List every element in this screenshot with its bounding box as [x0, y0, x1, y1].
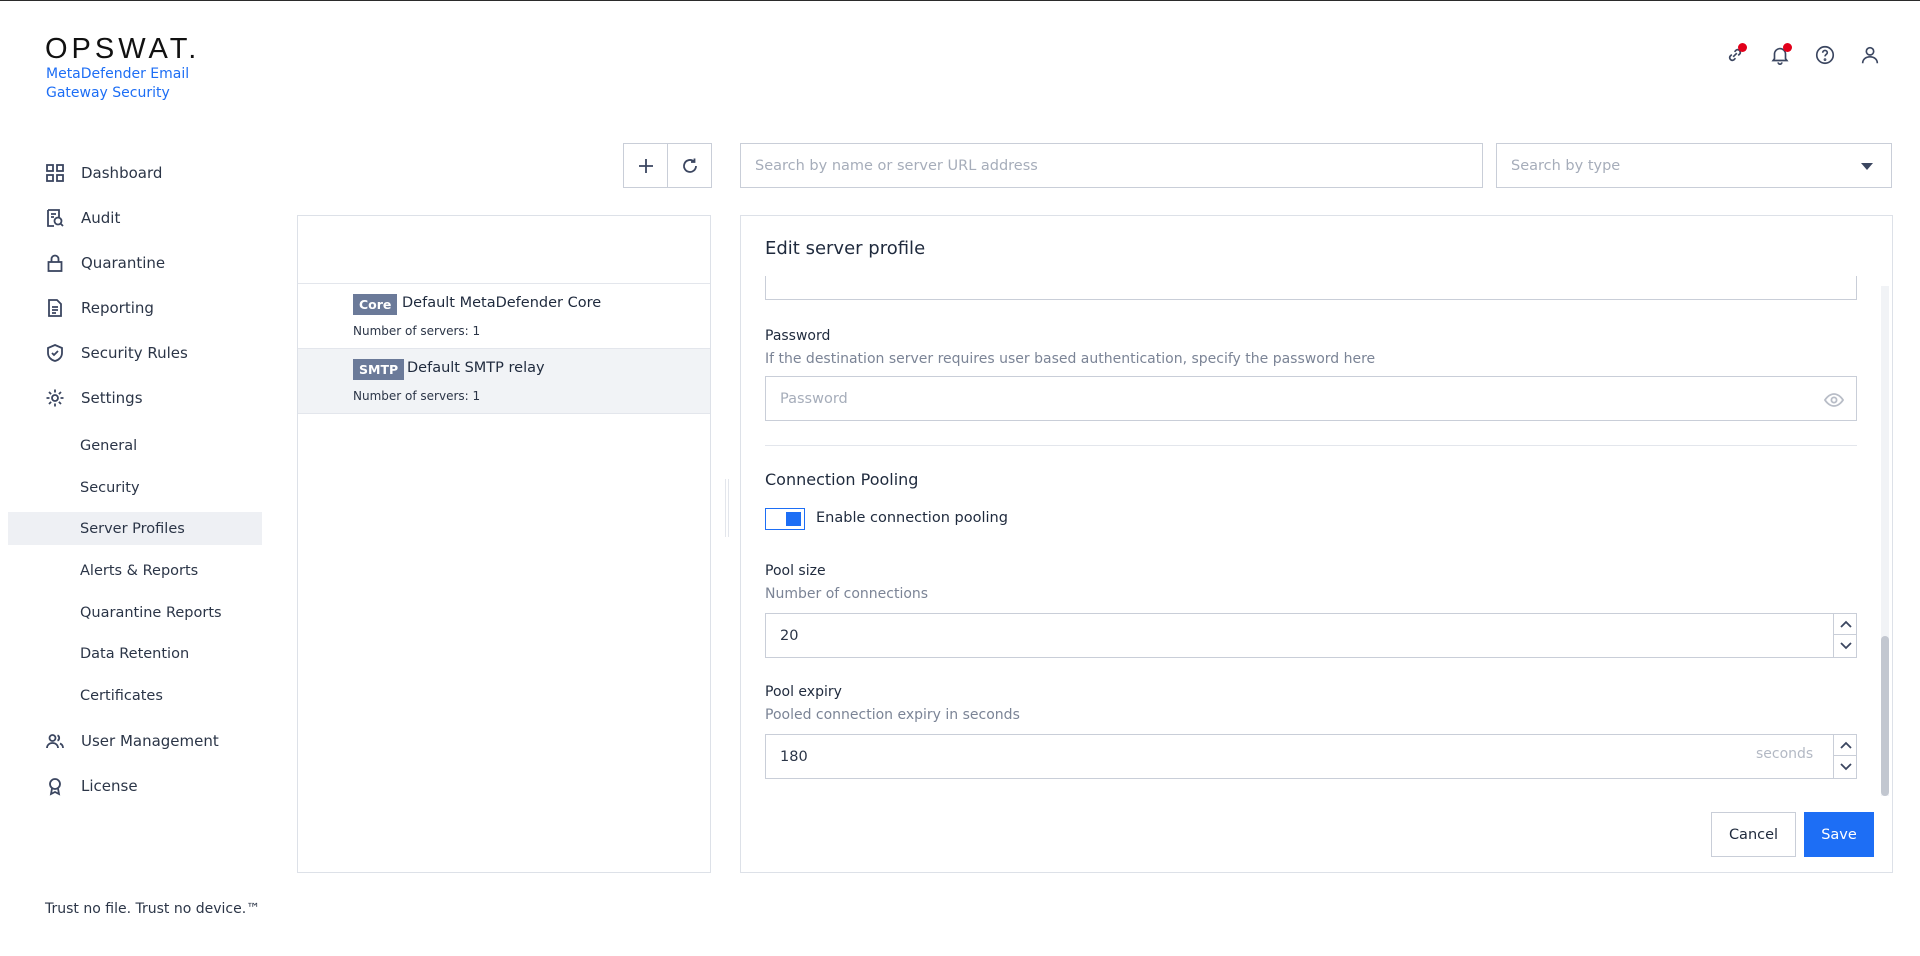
type-badge: SMTP [353, 359, 405, 380]
sidebar-subitem-general[interactable]: General [8, 429, 262, 462]
toggle-knob [786, 512, 801, 526]
plus-icon [638, 158, 653, 173]
panel-splitter-handle[interactable] [725, 479, 729, 537]
sidebar-item-label: Security Rules [81, 344, 188, 362]
pool-size-label: Pool size [765, 563, 826, 579]
pool-expiry-input[interactable] [765, 734, 1857, 779]
previous-field-input[interactable] [765, 276, 1857, 300]
list-item[interactable]: SMTP Default SMTP relay Number of server… [298, 349, 710, 414]
increment-button[interactable] [1834, 613, 1857, 635]
cancel-button[interactable]: Cancel [1711, 812, 1796, 857]
eye-icon[interactable] [1823, 392, 1845, 408]
sidebar-subitem-alerts-reports[interactable]: Alerts & Reports [8, 554, 262, 587]
sidebar-item-label: Dashboard [81, 164, 163, 182]
badge-icon [45, 776, 65, 796]
type-select-placeholder: Search by type [1511, 157, 1621, 174]
connection-pooling-heading: Connection Pooling [765, 470, 919, 489]
scrollbar-thumb[interactable] [1881, 636, 1889, 796]
add-profile-button[interactable] [623, 143, 668, 188]
pool-expiry-unit: seconds [1756, 746, 1814, 762]
notification-dot [1738, 43, 1747, 52]
help-icon[interactable] [1811, 41, 1839, 69]
sidebar-item-security-rules[interactable]: Security Rules [0, 336, 262, 370]
opswat-logo: OPSWAT. [45, 33, 201, 65]
sidebar-subitem-data-retention[interactable]: Data Retention [8, 637, 262, 670]
chevron-down-icon [1839, 642, 1852, 650]
profile-name: Default SMTP relay [407, 360, 545, 376]
sidebar-subitem-label: Data Retention [80, 645, 190, 662]
sidebar-subitem-security[interactable]: Security [8, 471, 262, 504]
connection-pooling-toggle-label: Enable connection pooling [816, 510, 1008, 526]
sidebar-item-label: Audit [81, 209, 121, 227]
chevron-down-icon [1839, 763, 1852, 771]
gear-icon [45, 388, 65, 408]
sidebar-subitem-label: General [80, 437, 138, 454]
decrement-button[interactable] [1834, 756, 1857, 778]
chevron-up-icon [1839, 741, 1852, 749]
type-badge: Core [353, 294, 398, 315]
dashboard-icon [45, 163, 65, 183]
search-input[interactable] [740, 143, 1483, 188]
section-divider [765, 445, 1857, 446]
password-description: If the destination server requires user … [765, 351, 1376, 367]
decrement-button[interactable] [1834, 635, 1857, 657]
password-label: Password [765, 328, 831, 344]
sidebar-subitem-label: Alerts & Reports [80, 562, 199, 579]
sidebar-item-reporting[interactable]: Reporting [0, 291, 262, 325]
server-profile-list: Core Default MetaDefender Core Number of… [297, 215, 711, 873]
sidebar-item-audit[interactable]: Audit [0, 201, 262, 235]
pool-size-description: Number of connections [765, 586, 929, 602]
document-icon [45, 298, 65, 318]
password-field[interactable] [765, 376, 1857, 421]
list-item[interactable]: Core Default MetaDefender Core Number of… [298, 284, 710, 349]
pool-expiry-label: Pool expiry [765, 684, 842, 700]
sidebar-item-label: User Management [81, 732, 219, 750]
sidebar-subitem-label: Security [80, 479, 140, 496]
list-header [298, 216, 710, 284]
save-button[interactable]: Save [1804, 812, 1874, 857]
sidebar-subitem-label: Quarantine Reports [80, 604, 222, 621]
sidebar-item-label: License [81, 777, 138, 795]
pool-expiry-description: Pooled connection expiry in seconds [765, 707, 1020, 723]
bell-icon[interactable] [1766, 41, 1794, 69]
pool-expiry-stepper [1833, 734, 1857, 779]
sidebar-item-quarantine[interactable]: Quarantine [0, 246, 262, 280]
connection-pooling-toggle[interactable] [765, 508, 805, 530]
server-count: Number of servers: 1 [353, 389, 481, 403]
sidebar-subitem-quarantine-reports[interactable]: Quarantine Reports [8, 596, 262, 629]
notification-dot [1783, 43, 1792, 52]
pool-size-stepper [1833, 613, 1857, 658]
sidebar-subitem-label: Server Profiles [80, 520, 185, 537]
tagline: Trust no file. Trust no device.™ [45, 901, 261, 917]
panel-title: Edit server profile [765, 238, 926, 259]
lock-icon [45, 253, 65, 273]
caret-down-icon [1861, 163, 1873, 170]
sidebar-subitem-certificates[interactable]: Certificates [8, 679, 262, 712]
edit-server-profile-panel: Edit server profile Password If the dest… [740, 215, 1893, 873]
user-icon[interactable] [1856, 41, 1884, 69]
sidebar-item-dashboard[interactable]: Dashboard [0, 156, 262, 190]
shield-check-icon [45, 343, 65, 363]
sidebar-item-label: Quarantine [81, 254, 166, 272]
pool-size-input[interactable] [765, 613, 1857, 658]
sidebar-item-label: Reporting [81, 299, 154, 317]
increment-button[interactable] [1834, 734, 1857, 756]
sidebar-item-label: Settings [81, 389, 143, 407]
sidebar-item-license[interactable]: License [0, 769, 262, 803]
sidebar-subitem-label: Certificates [80, 687, 163, 704]
sidebar-subitem-server-profiles[interactable]: Server Profiles [8, 512, 262, 545]
link-icon[interactable] [1721, 41, 1749, 69]
refresh-icon [682, 158, 697, 173]
type-select[interactable]: Search by type [1496, 143, 1892, 188]
sidebar-item-user-management[interactable]: User Management [0, 724, 262, 758]
sidebar-item-settings[interactable]: Settings [0, 381, 262, 415]
product-name: MetaDefender Email Gateway Security [46, 66, 190, 101]
audit-icon [45, 208, 65, 228]
users-icon [45, 731, 65, 751]
server-count: Number of servers: 1 [353, 324, 481, 338]
refresh-button[interactable] [667, 143, 712, 188]
chevron-up-icon [1839, 620, 1852, 628]
profile-name: Default MetaDefender Core [402, 295, 602, 311]
